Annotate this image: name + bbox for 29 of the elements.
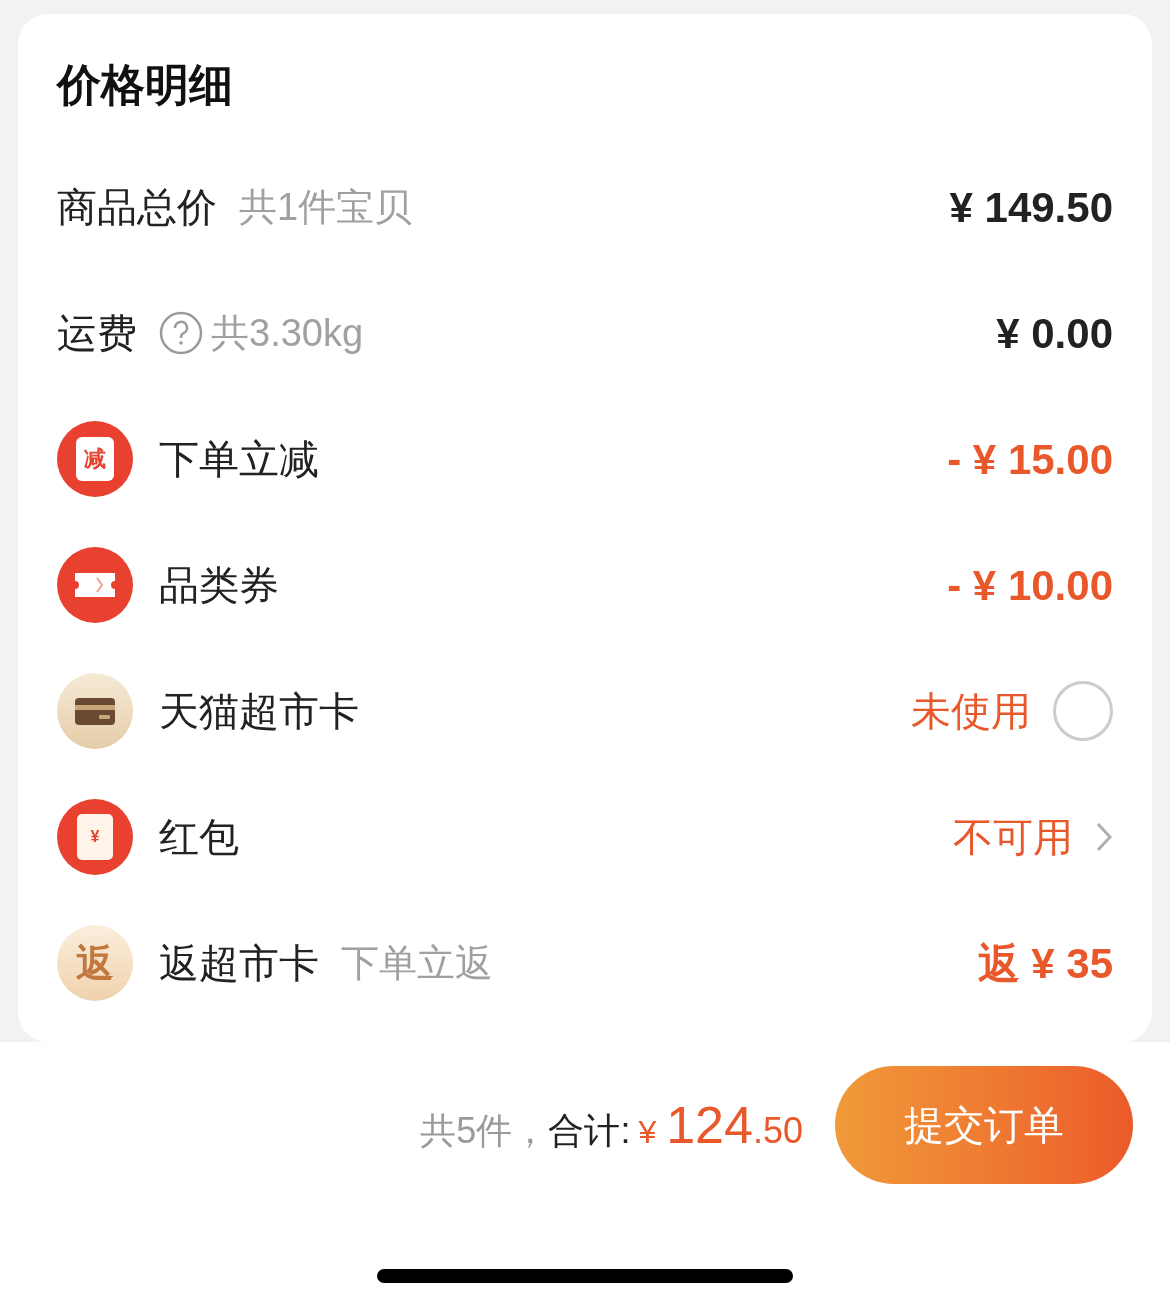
row-label: 下单立减 [159, 436, 319, 483]
discount-icon: 减 [57, 421, 133, 497]
card-icon [57, 673, 133, 749]
total-label: 合计: [548, 1109, 631, 1153]
row-label: 返超市卡 [159, 940, 319, 987]
row-label: 天猫超市卡 [159, 688, 359, 735]
submit-order-button[interactable]: 提交订单 [835, 1066, 1133, 1184]
card-title: 价格明细 [57, 59, 234, 111]
row-status: 未使用 [911, 688, 1031, 735]
row-amount: - ¥ 10.00 [947, 560, 1113, 611]
row-amount: ¥ 149.50 [949, 182, 1113, 233]
row-amount: - ¥ 15.00 [947, 434, 1113, 485]
row-status: 不可用 [953, 814, 1073, 861]
row-label: 运费 [57, 310, 137, 357]
return-icon: 返 [57, 925, 133, 1001]
row-label: 品类券 [159, 562, 279, 609]
row-label: 红包 [159, 814, 239, 861]
row-note: 共1件宝贝 [239, 184, 413, 230]
row-label: 商品总价 [57, 184, 217, 231]
ticket-icon [57, 547, 133, 623]
chevron-right-icon[interactable] [1095, 821, 1113, 853]
radio-button[interactable] [1053, 681, 1113, 741]
row-amount: ¥ 0.00 [996, 308, 1113, 359]
envelope-icon: ¥ [57, 799, 133, 875]
row-amount: 返 ¥ 35 [977, 938, 1113, 989]
total-price: ¥ 124.50 [638, 1095, 803, 1156]
row-note: 下单立返 [341, 940, 493, 986]
row-note: 共3.30kg [211, 310, 364, 356]
item-count: 共5件， [420, 1109, 549, 1153]
